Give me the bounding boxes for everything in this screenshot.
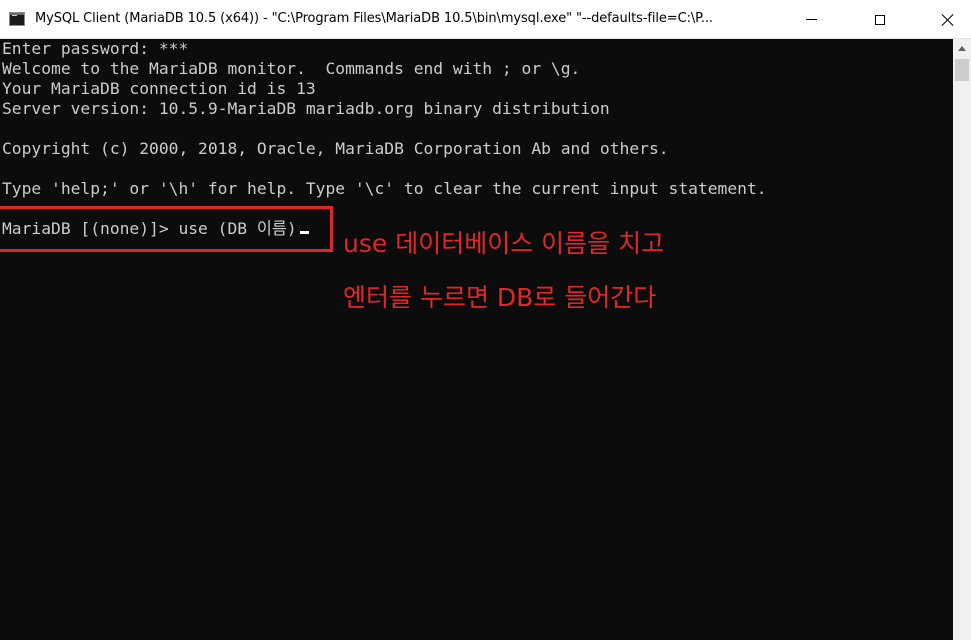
console-line: Your MariaDB connection id is 13: [2, 79, 316, 98]
close-button[interactable]: [925, 0, 971, 39]
scroll-thumb[interactable]: [955, 59, 969, 81]
vertical-scrollbar[interactable]: [953, 39, 971, 640]
highlight-box: [0, 206, 333, 252]
annotation-line-2: 엔터를 누르면 DB로 들어간다: [343, 283, 657, 312]
maximize-icon: [875, 14, 885, 25]
minimize-button[interactable]: [788, 0, 834, 39]
scroll-up-button[interactable]: [953, 39, 971, 57]
console-output[interactable]: Enter password: *** Welcome to the Maria…: [0, 39, 953, 640]
console-line: Server version: 10.5.9-MariaDB mariadb.o…: [2, 99, 610, 118]
minimize-icon: [805, 19, 817, 20]
console-line: Welcome to the MariaDB monitor. Commands…: [2, 59, 581, 78]
console-line: Type 'help;' or '\h' for help. Type '\c'…: [2, 179, 767, 198]
maximize-button[interactable]: [857, 0, 903, 39]
console-line: Enter password: ***: [2, 39, 189, 58]
arrow-up-icon: [958, 45, 966, 51]
console-line: Copyright (c) 2000, 2018, Oracle, MariaD…: [2, 139, 669, 158]
close-icon: [941, 13, 955, 27]
title-bar[interactable]: MySQL Client (MariaDB 10.5 (x64)) - "C:\…: [0, 0, 971, 39]
annotation-line-1: use 데이터베이스 이름을 치고: [343, 229, 665, 258]
cmd-console-icon[interactable]: [9, 12, 25, 26]
window-title: MySQL Client (MariaDB 10.5 (x64)) - "C:\…: [35, 11, 713, 26]
